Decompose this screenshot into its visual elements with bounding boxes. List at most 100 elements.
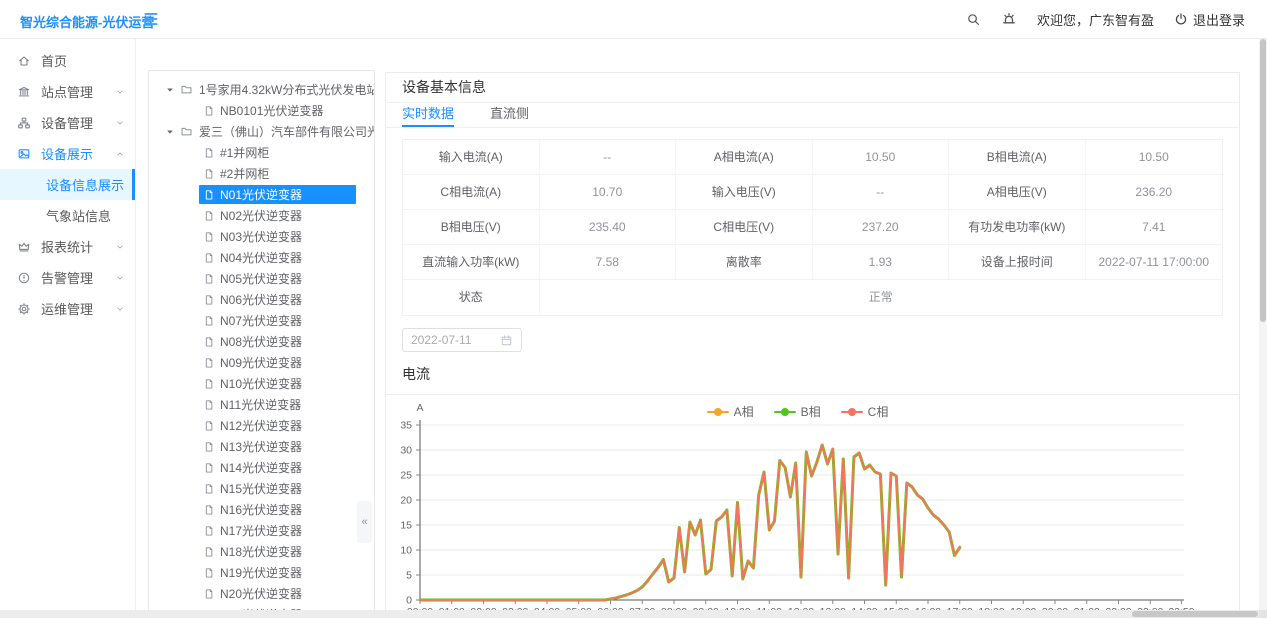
tree-node-label: #1并网柜	[220, 144, 269, 161]
search-icon[interactable]	[966, 12, 981, 27]
tree-node[interactable]: N15光伏逆变器	[149, 478, 374, 499]
tree-node-label: N08光伏逆变器	[220, 333, 302, 350]
legend-item-C相[interactable]: C相	[841, 403, 889, 420]
sidebar-item-alarm-mgmt[interactable]: 告警管理	[0, 262, 135, 293]
legend-item-A相[interactable]: A相	[707, 403, 754, 420]
tree-node[interactable]: N17光伏逆变器	[149, 520, 374, 541]
tree-node[interactable]: N18光伏逆变器	[149, 541, 374, 562]
tree-node[interactable]: N19光伏逆变器	[149, 562, 374, 583]
chart-legend: A相 B相 C相	[386, 403, 1209, 420]
chevron-down-icon	[115, 304, 125, 314]
tree-node-label: N14光伏逆变器	[220, 459, 302, 476]
tab-0[interactable]: 实时数据	[402, 103, 454, 127]
logout-button[interactable]: 退出登录	[1174, 10, 1245, 29]
info-value: 237.20	[813, 210, 950, 245]
tree-folder-label: 1号家用4.32kW分布式光伏发电站	[199, 81, 374, 98]
sidebar-item-home[interactable]: 首页	[0, 45, 135, 76]
app-header: 智光综合能源-光伏运营 欢迎您，广东智有盈 退出登录	[0, 0, 1267, 39]
caret-down-icon[interactable]	[165, 85, 175, 95]
tree-folder[interactable]: 爱三（佛山）汽车部件有限公司光伏发	[149, 121, 374, 142]
caret-down-icon[interactable]	[165, 127, 175, 137]
welcome-text: 欢迎您，广东智有盈	[1037, 10, 1154, 29]
tree-node[interactable]: N09光伏逆变器	[149, 352, 374, 373]
sidebar-item-device-display[interactable]: 设备展示	[0, 138, 135, 169]
logout-icon	[1174, 12, 1188, 26]
file-icon	[203, 105, 215, 117]
chevron-up-icon	[115, 149, 125, 159]
tree-node[interactable]: NB0101光伏逆变器	[149, 100, 374, 121]
vertical-scrollbar	[1259, 39, 1267, 610]
sidebar-item-label: 报表统计	[41, 237, 115, 256]
display-icon	[17, 147, 31, 161]
menu-fold-icon[interactable]	[142, 10, 160, 28]
info-label: 输入电流(A)	[403, 140, 540, 175]
legend-label: C相	[868, 403, 889, 420]
tree-node-label: N19光伏逆变器	[220, 564, 302, 581]
tree-node[interactable]: N20光伏逆变器	[149, 583, 374, 604]
date-input[interactable]	[411, 333, 495, 347]
sidebar-item-device-mgmt[interactable]: 设备管理	[0, 107, 135, 138]
svg-text:35: 35	[400, 420, 412, 432]
tree-node[interactable]: N04光伏逆变器	[149, 247, 374, 268]
info-value: 235.40	[540, 210, 677, 245]
legend-label: A相	[734, 403, 754, 420]
tree-node[interactable]: N10光伏逆变器	[149, 373, 374, 394]
sidebar-item-label: 告警管理	[41, 268, 115, 287]
vertical-scrollbar-thumb[interactable]	[1260, 39, 1266, 322]
tree-node-label: #2并网柜	[220, 165, 269, 182]
tree-folder[interactable]: 1号家用4.32kW分布式光伏发电站	[149, 79, 374, 100]
tree-node[interactable]: N07光伏逆变器	[149, 310, 374, 331]
tree-node[interactable]: N11光伏逆变器	[149, 394, 374, 415]
report-icon	[17, 240, 31, 254]
file-icon	[203, 441, 215, 453]
sidebar-item-ops-mgmt[interactable]: 运维管理	[0, 293, 135, 324]
info-label: C相电压(V)	[676, 210, 813, 245]
file-icon	[203, 378, 215, 390]
sidebar-item-label: 设备展示	[41, 144, 115, 163]
svg-text:10: 10	[400, 545, 412, 557]
tree-node[interactable]: N16光伏逆变器	[149, 499, 374, 520]
tree-node[interactable]: N14光伏逆变器	[149, 457, 374, 478]
tree-collapse-handle[interactable]: «	[357, 501, 372, 543]
tree-node-label: N07光伏逆变器	[220, 312, 302, 329]
file-icon	[203, 588, 215, 600]
tree-node-label: N04光伏逆变器	[220, 249, 302, 266]
tree-node[interactable]: N02光伏逆变器	[149, 205, 374, 226]
tree-node[interactable]: N03光伏逆变器	[149, 226, 374, 247]
tree-node[interactable]: #1并网柜	[149, 142, 374, 163]
tree-node[interactable]: N06光伏逆变器	[149, 289, 374, 310]
horizontal-scrollbar-thumb[interactable]	[1132, 611, 1258, 617]
tree-node[interactable]: N08光伏逆变器	[149, 331, 374, 352]
file-icon	[203, 273, 215, 285]
tree-node-label: N03光伏逆变器	[220, 228, 302, 245]
scrollbar-corner	[1259, 610, 1267, 618]
tree-node[interactable]: #2并网柜	[149, 163, 374, 184]
sidebar-subitem-label: 设备信息展示	[46, 175, 124, 194]
sidebar-item-site-mgmt[interactable]: 站点管理	[0, 76, 135, 107]
info-value: 10.70	[540, 175, 677, 210]
folder-icon	[180, 83, 193, 96]
chevron-down-icon	[115, 242, 125, 252]
date-picker[interactable]	[402, 328, 522, 352]
sidebar-subitem-device-info-display[interactable]: 设备信息展示	[0, 169, 135, 200]
info-value: 10.50	[1086, 140, 1223, 175]
alarm-icon[interactable]	[1001, 11, 1017, 27]
tree-node-label: N12光伏逆变器	[220, 417, 302, 434]
sidebar-subitem-weather-station-info[interactable]: 气象站信息	[0, 200, 135, 231]
legend-item-B相[interactable]: B相	[774, 403, 821, 420]
info-label: 输入电压(V)	[676, 175, 813, 210]
tab-1[interactable]: 直流侧	[490, 103, 529, 127]
alert-icon	[17, 271, 31, 285]
current-chart[interactable]: A相 B相 C相 05101520253035A00:0001:0002:0003:…	[386, 395, 1239, 618]
info-value: 10.50	[813, 140, 950, 175]
tree-node-label: N18光伏逆变器	[220, 543, 302, 560]
tree-node[interactable]: N01光伏逆变器	[149, 184, 374, 205]
tree-node[interactable]: N13光伏逆变器	[149, 436, 374, 457]
tree-node[interactable]: N05光伏逆变器	[149, 268, 374, 289]
chevron-down-icon	[115, 87, 125, 97]
tree-node[interactable]: N12光伏逆变器	[149, 415, 374, 436]
device-info-table: 输入电流(A)--A相电流(A)10.50B相电流(A)10.50C相电流(A)…	[402, 139, 1223, 316]
sidebar-item-label: 运维管理	[41, 299, 115, 318]
sidebar-item-report-stats[interactable]: 报表统计	[0, 231, 135, 262]
chart-canvas[interactable]: 05101520253035A00:0001:0002:0003:0004:00…	[386, 395, 1239, 618]
